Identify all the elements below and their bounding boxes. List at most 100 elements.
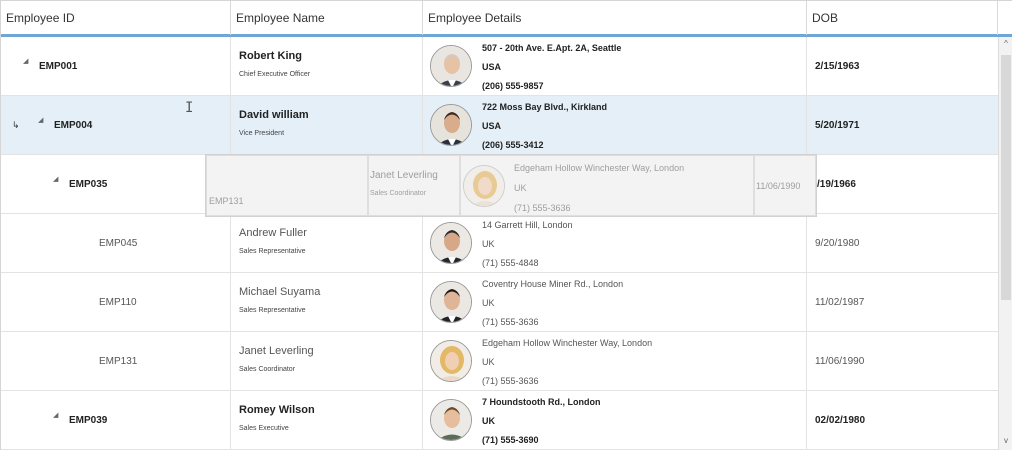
id-cell: ◢ EMP035 — [1, 155, 231, 214]
details-cell: Coventry House Miner Rd., London UK (71)… — [423, 273, 807, 332]
name-cell: David william Vice President — [231, 96, 423, 155]
country: UK — [482, 416, 495, 426]
drag-employee-title: Sales Coordinator — [370, 190, 427, 197]
dob: 9/20/1980 — [815, 238, 860, 249]
country: UK — [482, 298, 495, 308]
scrollbar-thumb[interactable] — [1001, 55, 1011, 300]
details-cell: 14 Garrett Hill, London UK (71) 555-4848 — [423, 214, 807, 273]
dob: 11/02/1987 — [815, 297, 865, 308]
drag-phone: (71) 555-3636 — [514, 203, 571, 213]
table-row[interactable]: ↳ ◢ EMP004 David william Vice President … — [1, 96, 998, 155]
avatar — [430, 399, 472, 441]
drag-employee-id: EMP131 — [209, 196, 244, 206]
dob: /19/1966 — [817, 179, 856, 190]
name-cell: Romey Wilson Sales Executive — [231, 391, 423, 450]
scroll-down-icon[interactable]: v — [999, 436, 1012, 445]
avatar — [430, 281, 472, 323]
employee-id: EMP131 — [99, 356, 138, 367]
drag-details-cell: Edgeham Hollow Winchester Way, London UK… — [460, 155, 754, 216]
avatar — [430, 222, 472, 264]
drag-drop-arrow-icon: ↳ — [12, 120, 20, 130]
name-cell: Andrew Fuller Sales Representative — [231, 214, 423, 273]
avatar — [430, 340, 472, 382]
address: 7 Houndstooth Rd., London — [482, 397, 601, 407]
dob-cell: 2/15/1963 — [807, 37, 998, 96]
drag-dob: 11/06/1990 — [756, 181, 801, 191]
dob: 5/20/1971 — [815, 120, 860, 131]
details-cell: 7 Houndstooth Rd., London UK (71) 555-36… — [423, 391, 807, 450]
id-cell: ◢ EMP039 — [1, 391, 231, 450]
header-employee-details[interactable]: Employee Details — [423, 1, 807, 35]
dob-cell: 11/06/1990 — [807, 332, 998, 391]
details-cell: 722 Moss Bay Blvd., Kirkland USA (206) 5… — [423, 96, 807, 155]
address: 14 Garrett Hill, London — [482, 220, 573, 230]
expand-triangle-icon[interactable]: ◢ — [53, 175, 58, 183]
dob: 11/06/1990 — [815, 356, 865, 367]
table-row[interactable]: ◢ EMP001 Robert King Chief Executive Off… — [1, 37, 998, 96]
drag-dob-cell: 11/06/1990 — [754, 155, 816, 216]
employee-id: EMP045 — [99, 238, 138, 249]
dob: 2/15/1963 — [815, 61, 860, 72]
dob: 02/02/1980 — [815, 415, 866, 426]
employee-id: EMP039 — [69, 415, 108, 426]
employee-name: Romey Wilson — [239, 404, 315, 416]
employee-title: Sales Executive — [239, 425, 289, 432]
drag-address: Edgeham Hollow Winchester Way, London — [514, 163, 685, 173]
employee-name: David william — [239, 109, 309, 121]
header-employee-name[interactable]: Employee Name — [231, 1, 423, 35]
drag-employee-name: Janet Leverling — [370, 170, 438, 181]
phone: (71) 555-4848 — [482, 258, 539, 268]
country: UK — [482, 357, 495, 367]
id-cell: ↳ ◢ EMP004 — [1, 96, 231, 155]
name-cell: Janet Leverling Sales Coordinator — [231, 332, 423, 391]
header-employee-id[interactable]: Employee ID — [1, 1, 231, 35]
table-row[interactable]: EMP131 Janet Leverling Sales Coordinator… — [1, 332, 998, 391]
avatar — [430, 104, 472, 146]
table-row[interactable]: EMP110 Michael Suyama Sales Representati… — [1, 273, 998, 332]
table-row[interactable]: ◢ EMP039 Romey Wilson Sales Executive 7 … — [1, 391, 998, 450]
dob-cell: 11/02/1987 — [807, 273, 998, 332]
employee-id: EMP001 — [39, 61, 78, 72]
tree-grid: Employee ID Employee Name Employee Detai… — [0, 0, 1012, 450]
drag-clone-row: EMP131 Janet Leverling Sales Coordinator… — [205, 154, 817, 217]
id-cell: EMP131 — [1, 332, 231, 391]
employee-name: Janet Leverling — [239, 345, 314, 357]
phone: (206) 555-9857 — [482, 81, 544, 91]
employee-id: EMP004 — [54, 120, 93, 131]
employee-id: EMP110 — [99, 297, 137, 308]
details-cell: Edgeham Hollow Winchester Way, London UK… — [423, 332, 807, 391]
expand-triangle-icon[interactable]: ◢ — [38, 116, 43, 124]
grid-header: Employee ID Employee Name Employee Detai… — [1, 1, 1012, 37]
scroll-up-icon[interactable]: ^ — [999, 39, 1012, 48]
name-cell: Robert King Chief Executive Officer — [231, 37, 423, 96]
employee-title: Vice President — [239, 130, 285, 137]
drag-name-cell: Janet Leverling Sales Coordinator — [368, 155, 460, 216]
drag-id-cell: EMP131 — [206, 155, 368, 216]
details-cell: 507 - 20th Ave. E.Apt. 2A, Seattle USA (… — [423, 37, 807, 96]
address: 507 - 20th Ave. E.Apt. 2A, Seattle — [482, 43, 622, 53]
phone: (206) 555-3412 — [482, 140, 544, 150]
expand-triangle-icon[interactable]: ◢ — [23, 57, 28, 65]
country: USA — [482, 62, 502, 72]
phone: (71) 555-3636 — [482, 317, 539, 327]
address: Edgeham Hollow Winchester Way, London — [482, 338, 653, 348]
address: 722 Moss Bay Blvd., Kirkland — [482, 102, 608, 112]
employee-title: Sales Coordinator — [239, 366, 296, 373]
address: Coventry House Miner Rd., London — [482, 279, 624, 289]
avatar — [430, 45, 472, 87]
country: UK — [482, 239, 495, 249]
header-dob[interactable]: DOB — [807, 1, 998, 35]
id-cell: EMP045 — [1, 214, 231, 273]
drag-country: UK — [514, 183, 527, 193]
dob-cell: 9/20/1980 — [807, 214, 998, 273]
table-row[interactable]: EMP045 Andrew Fuller Sales Representativ… — [1, 214, 998, 273]
expand-triangle-icon[interactable]: ◢ — [53, 411, 58, 419]
dob-cell: 5/20/1971 — [807, 96, 998, 155]
vertical-scrollbar[interactable]: ^ v — [998, 37, 1012, 450]
avatar — [463, 165, 505, 207]
text-cursor-icon: I — [185, 100, 194, 116]
dob-cell: /19/1966 — [807, 155, 998, 214]
name-cell: Michael Suyama Sales Representative — [231, 273, 423, 332]
id-cell: ◢ EMP001 — [1, 37, 231, 96]
employee-title: Sales Representative — [239, 307, 306, 314]
